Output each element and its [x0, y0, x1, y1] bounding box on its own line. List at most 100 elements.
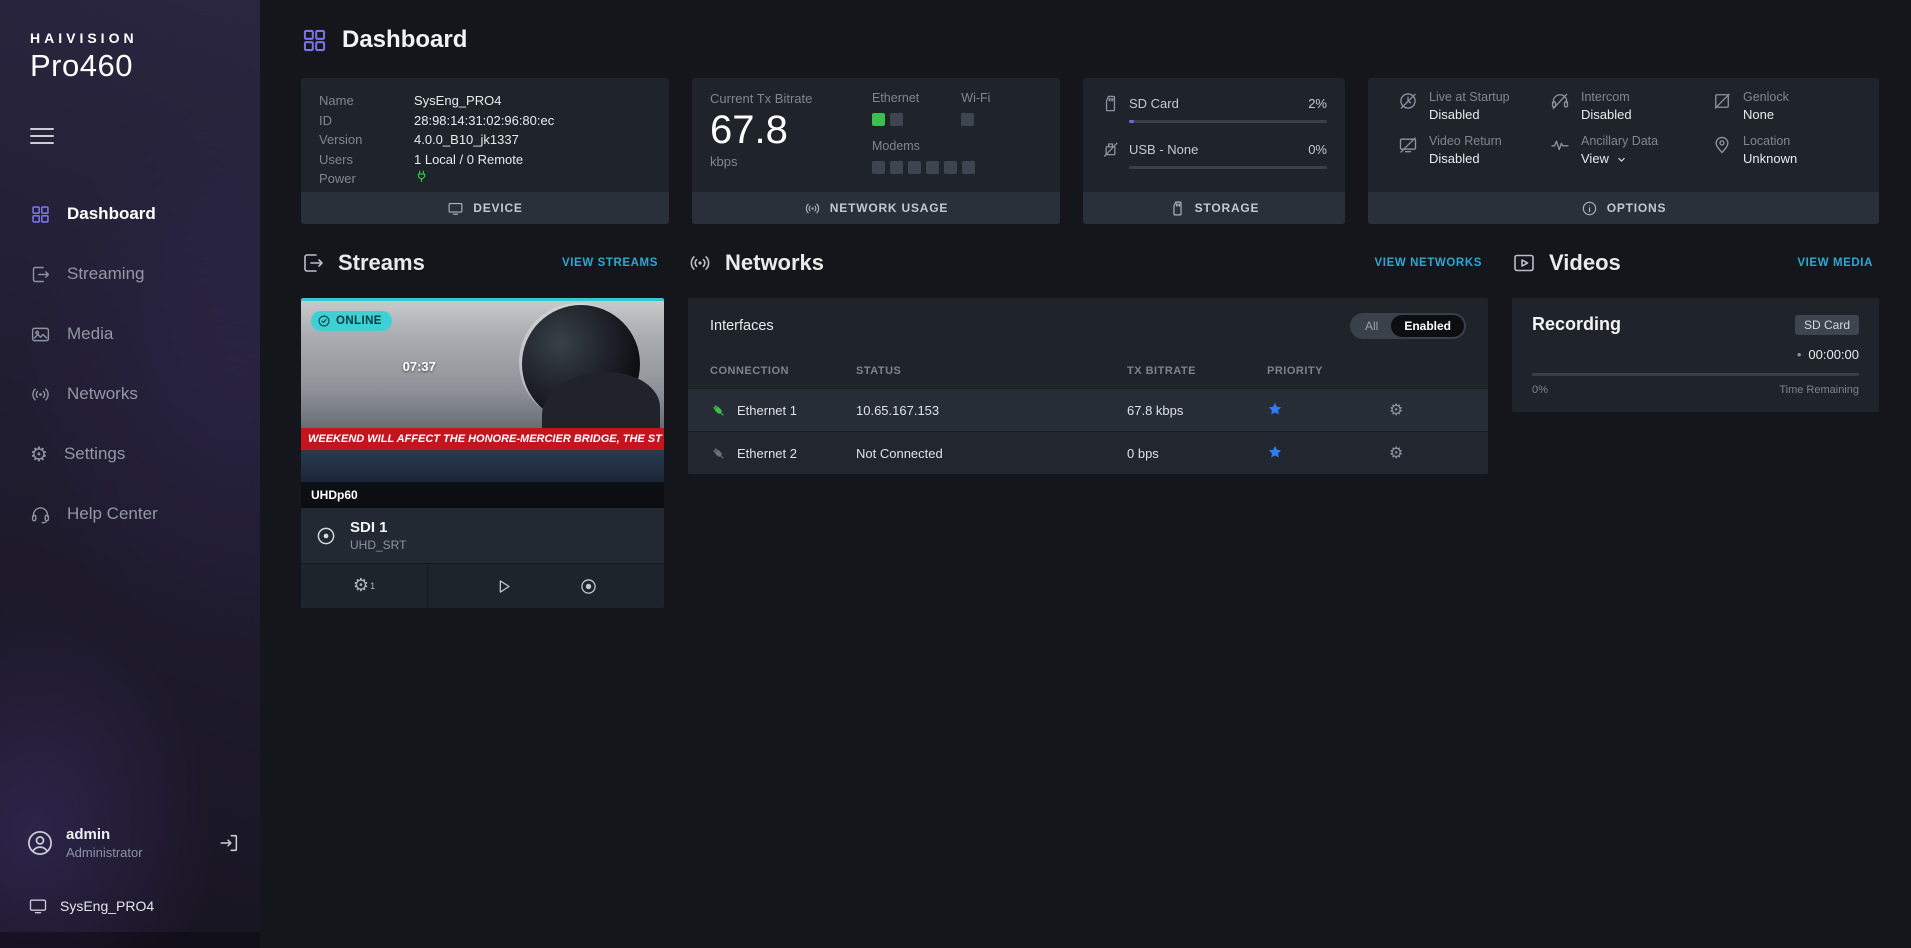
- device-field-label: Name: [319, 91, 414, 111]
- ethernet-1-indicator: [872, 113, 885, 126]
- streams-title: Streams: [338, 250, 425, 276]
- sd-card-label: SD Card: [1129, 96, 1308, 111]
- recording-title: Recording: [1532, 314, 1621, 335]
- option-label: Intercom: [1581, 90, 1632, 104]
- recording-percent: 0%: [1532, 384, 1548, 396]
- interfaces-table-header: CONNECTION STATUS TX BITRATE PRIORITY: [688, 354, 1488, 388]
- stream-record-button[interactable]: [579, 577, 598, 596]
- gear-icon: ⚙: [30, 444, 48, 464]
- usb-progressbar: [1129, 166, 1327, 169]
- option-label: Genlock: [1743, 90, 1789, 104]
- user-name: admin: [66, 826, 206, 843]
- network-usage-card: Current Tx Bitrate 67.8 kbps Ethernet: [692, 78, 1060, 224]
- option-intercom: Intercom Disabled: [1550, 90, 1712, 122]
- sidebar-item-help-center[interactable]: Help Center: [0, 484, 260, 544]
- priority-star-icon[interactable]: [1267, 444, 1283, 460]
- genlock-disabled-icon: [1712, 91, 1732, 111]
- record-icon: [579, 577, 598, 596]
- modems-indicator: Modems: [872, 139, 990, 174]
- user-account: admin Administrator: [26, 826, 240, 860]
- table-row-ethernet-1: Ethernet 1 10.65.167.153 67.8 kbps ⚙: [688, 388, 1488, 431]
- ancillary-data-dropdown[interactable]: View: [1581, 151, 1658, 166]
- networks-title: Networks: [725, 250, 824, 276]
- filter-all-button[interactable]: All: [1352, 315, 1391, 337]
- stream-actions-bar: ⚙ 1: [301, 563, 664, 608]
- ethernet-label: Ethernet: [872, 91, 919, 105]
- location-pin-icon: [1712, 135, 1732, 155]
- page-header: Dashboard: [301, 26, 1879, 54]
- view-streams-link[interactable]: VIEW STREAMS: [562, 257, 664, 269]
- usb-percent: 0%: [1308, 142, 1327, 157]
- connection-status: 10.65.167.153: [856, 403, 1127, 418]
- online-status-badge: ONLINE: [311, 311, 392, 331]
- stream-name: SDI 1: [350, 519, 406, 536]
- interface-settings-icon[interactable]: ⚙: [1389, 445, 1466, 461]
- sidebar-item-networks[interactable]: Networks: [0, 364, 260, 424]
- priority-star-icon[interactable]: [1267, 401, 1283, 417]
- stream-play-button[interactable]: [494, 577, 513, 596]
- brand-logo: HAIVISION Pro460: [0, 0, 260, 84]
- options-footer-button[interactable]: OPTIONS: [1368, 192, 1879, 224]
- ethernet-indicator: Ethernet: [872, 91, 919, 126]
- option-label: Video Return: [1429, 134, 1502, 148]
- main-content: Dashboard NameSysEng_PRO4 ID28:98:14:31:…: [260, 0, 1911, 948]
- storage-footer-button[interactable]: STORAGE: [1083, 192, 1345, 224]
- bitrate-unit: kbps: [710, 154, 860, 169]
- interfaces-title: Interfaces: [710, 318, 774, 334]
- connection-status: Not Connected: [856, 446, 1127, 461]
- sidebar-item-dashboard[interactable]: Dashboard: [0, 184, 260, 244]
- stream-thumbnail[interactable]: 07:37 WEEKEND WILL AFFECT THE HONORE-MER…: [301, 301, 664, 508]
- videos-title: Videos: [1549, 250, 1621, 276]
- interface-settings-icon[interactable]: ⚙: [1389, 402, 1466, 418]
- power-plug-icon: [414, 169, 429, 189]
- device-field-label: Users: [319, 150, 414, 170]
- view-media-link[interactable]: VIEW MEDIA: [1797, 257, 1879, 269]
- sidebar-item-label: Streaming: [67, 264, 144, 284]
- column-status: STATUS: [856, 365, 1127, 377]
- sidebar-item-label: Dashboard: [67, 204, 156, 224]
- monitor-icon: [447, 200, 464, 217]
- device-footer-button[interactable]: DEVICE: [301, 192, 669, 224]
- device-field-value: 1 Local / 0 Remote: [414, 150, 523, 170]
- stream-settings-button[interactable]: ⚙ 1: [301, 564, 428, 608]
- sidebar-nav: Dashboard Streaming Media Networks ⚙ Set…: [0, 184, 260, 544]
- stream-card[interactable]: 07:37 WEEKEND WILL AFFECT THE HONORE-MER…: [301, 298, 664, 608]
- headset-icon: [30, 504, 51, 525]
- storage-card: SD Card 2% USB - None 0% ST: [1083, 78, 1345, 224]
- network-usage-footer-label: NETWORK USAGE: [830, 201, 948, 215]
- sd-card-icon: [1101, 94, 1120, 113]
- sidebar-item-settings[interactable]: ⚙ Settings: [0, 424, 260, 484]
- column-connection: CONNECTION: [710, 365, 856, 377]
- summary-cards: NameSysEng_PRO4 ID28:98:14:31:02:96:80:e…: [301, 78, 1879, 224]
- filter-enabled-button[interactable]: Enabled: [1391, 315, 1464, 337]
- recording-target-badge: SD Card: [1795, 315, 1859, 335]
- network-usage-footer-button[interactable]: NETWORK USAGE: [692, 192, 1060, 224]
- recording-progressbar: [1532, 373, 1859, 376]
- option-value: Unknown: [1743, 151, 1797, 166]
- streams-icon: [301, 251, 325, 275]
- table-row-ethernet-2: Ethernet 2 Not Connected 0 bps ⚙: [688, 431, 1488, 474]
- monitor-icon: [28, 896, 48, 916]
- chevron-down-icon: [1615, 153, 1628, 166]
- videos-section-header: Videos VIEW MEDIA: [1512, 250, 1879, 276]
- avatar-icon: [26, 829, 54, 857]
- logout-icon[interactable]: [218, 832, 240, 854]
- play-icon: [494, 577, 513, 596]
- option-label: Ancillary Data: [1581, 134, 1658, 148]
- thumbnail-timecode: 07:37: [403, 359, 436, 374]
- sidebar-item-streaming[interactable]: Streaming: [0, 244, 260, 304]
- view-networks-link[interactable]: VIEW NETWORKS: [1375, 257, 1488, 269]
- option-live-at-startup: Live at Startup Disabled: [1398, 90, 1550, 122]
- streams-section-header: Streams VIEW STREAMS: [301, 250, 664, 276]
- recording-time: 00:00:00: [1808, 347, 1859, 362]
- sidebar-item-label: Media: [67, 324, 113, 344]
- option-label: Live at Startup: [1429, 90, 1510, 104]
- device-card: NameSysEng_PRO4 ID28:98:14:31:02:96:80:e…: [301, 78, 669, 224]
- column-tx-bitrate: TX BITRATE: [1127, 365, 1267, 377]
- stream-resolution-label: UHDp60: [301, 482, 664, 508]
- option-label: Location: [1743, 134, 1797, 148]
- thumbnail-lower-third: [301, 450, 664, 482]
- sidebar-item-media[interactable]: Media: [0, 304, 260, 364]
- storage-icon: [1169, 200, 1186, 217]
- menu-toggle-button[interactable]: [30, 128, 56, 144]
